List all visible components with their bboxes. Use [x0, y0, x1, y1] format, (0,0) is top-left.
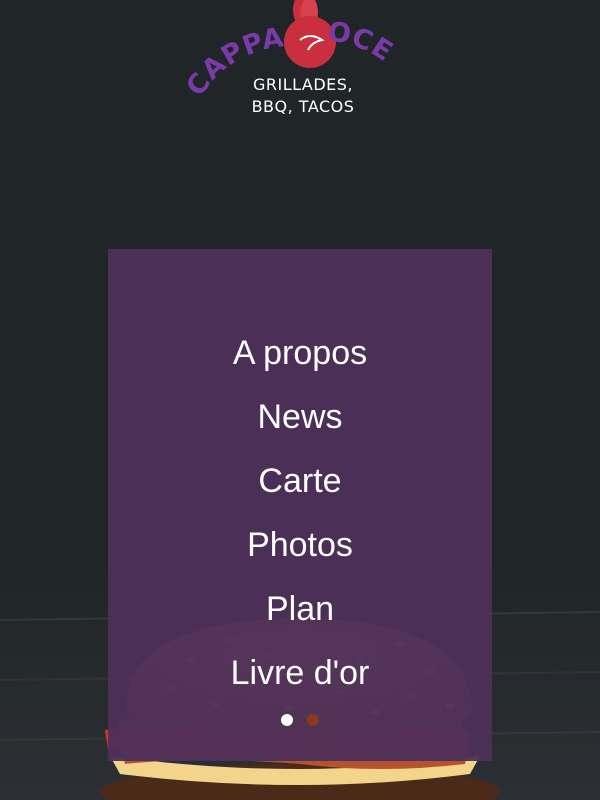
- menu-item-photos[interactable]: Photos: [108, 523, 492, 587]
- menu-item-livre-d-or[interactable]: Livre d'or: [108, 651, 492, 715]
- menu-item-news[interactable]: News: [108, 395, 492, 459]
- menu-item-carte[interactable]: Carte: [108, 459, 492, 523]
- menu-item-plan[interactable]: Plan: [108, 587, 492, 651]
- tagline-line-2: BBQ, TACOS: [251, 97, 355, 116]
- brand-tagline: GRILLADES, BBQ, TACOS: [238, 74, 368, 118]
- brand-logo[interactable]: CAPPA OCE GRILLADES, BBQ, TACOS: [180, 0, 420, 120]
- slider-dot-1[interactable]: [280, 714, 293, 726]
- main-menu-list: A propos News Carte Photos Plan Livre d'…: [108, 331, 492, 715]
- page: CAPPA OCE GRILLADES, BBQ, TACOS A propos…: [0, 0, 600, 800]
- svg-text:OCE: OCE: [325, 16, 399, 68]
- slider-pagination: [108, 713, 492, 727]
- tagline-line-1: GRILLADES,: [252, 75, 354, 94]
- slider-dot-2[interactable]: [307, 714, 320, 726]
- menu-item-a-propos[interactable]: A propos: [108, 331, 492, 395]
- brand-name-right: OCE: [325, 16, 398, 68]
- main-menu-panel: A propos News Carte Photos Plan Livre d'…: [108, 249, 492, 761]
